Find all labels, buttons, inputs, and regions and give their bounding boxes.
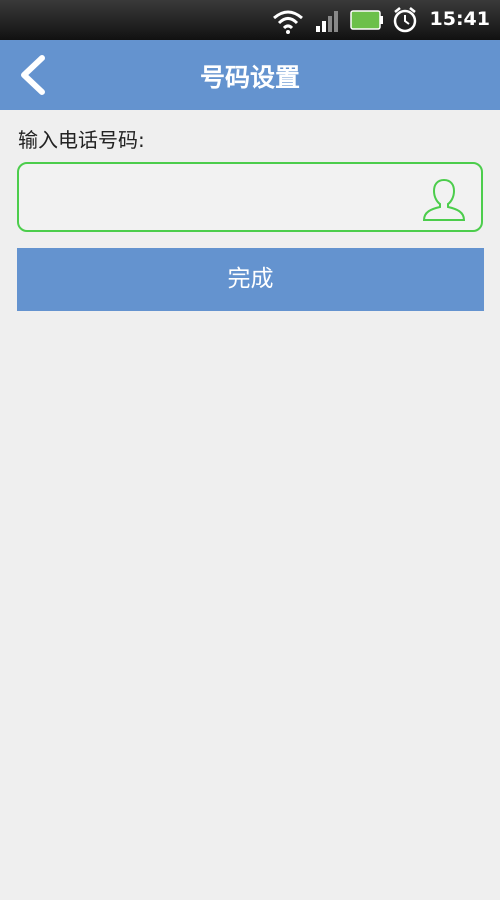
alarm-icon bbox=[392, 6, 418, 38]
signal-icon bbox=[314, 8, 340, 38]
contact-picker-button[interactable] bbox=[419, 174, 469, 224]
title-bar: 号码设置 bbox=[0, 40, 500, 110]
phone-field-container bbox=[17, 162, 483, 232]
contact-person-icon bbox=[422, 178, 466, 221]
battery-icon bbox=[350, 10, 384, 34]
status-time: 15:41 bbox=[429, 8, 490, 30]
phone-field-label: 输入电话号码: bbox=[18, 128, 145, 152]
wifi-icon bbox=[272, 8, 304, 38]
phone-input[interactable] bbox=[29, 174, 423, 222]
status-bar: 15:41 bbox=[0, 0, 500, 40]
done-button[interactable]: 完成 bbox=[17, 248, 484, 311]
page-title: 号码设置 bbox=[199, 63, 300, 92]
